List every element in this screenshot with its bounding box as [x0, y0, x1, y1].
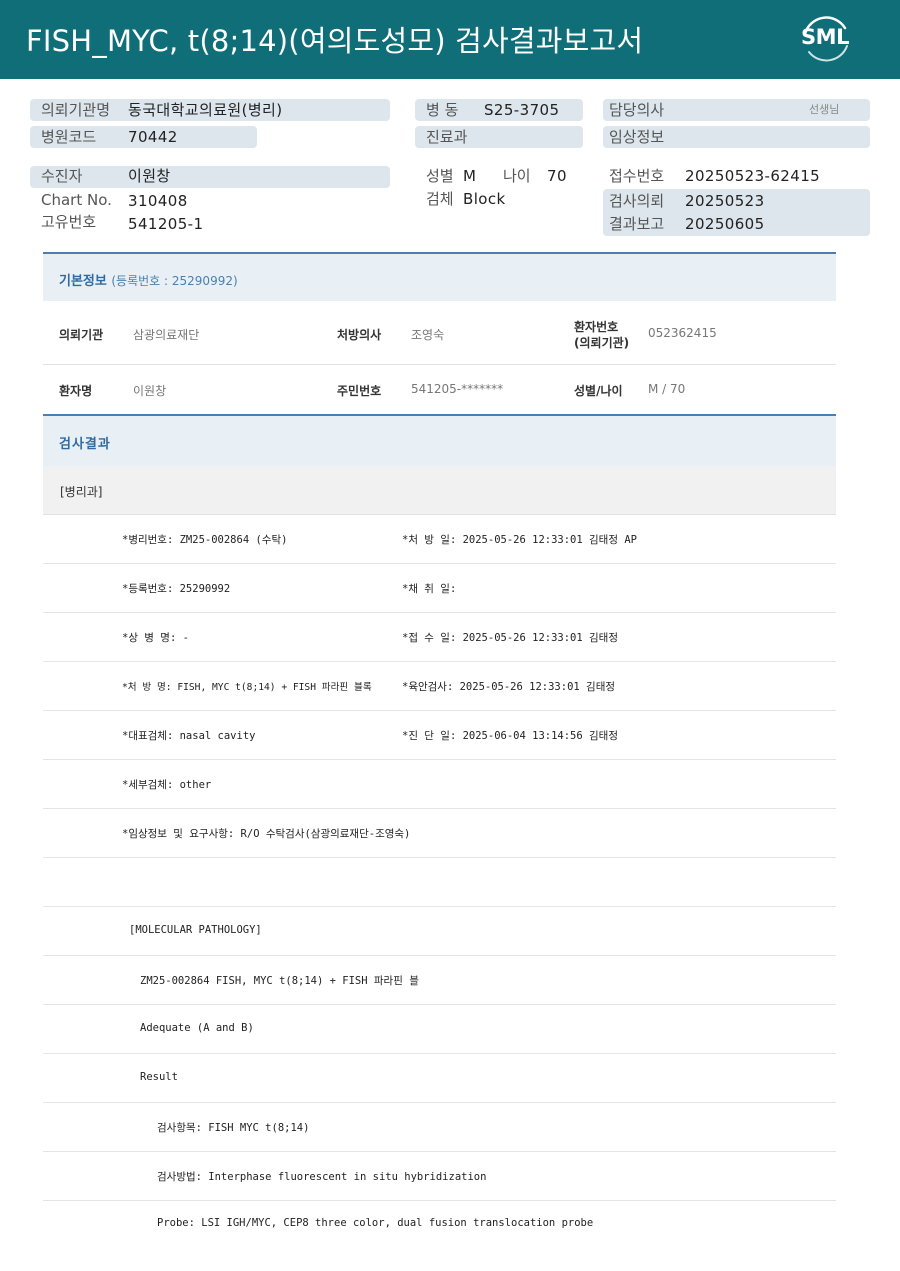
- department-row: [병리과]: [43, 466, 836, 515]
- result-right: *처 방 일: 2025-05-26 12:33:01 김태정 AP: [402, 534, 637, 546]
- request-label: 검사의뢰: [609, 192, 665, 210]
- patient-value: 이원창: [128, 167, 171, 185]
- basic-info-reg: (등록번호 : 25290992): [111, 274, 238, 288]
- report-header: FISH_MYC, t(8;14)(여의도성모) 검사결과보고서 SML: [0, 0, 900, 79]
- molecular-row: Probe: LSI IGH/MYC, CEP8 three color, du…: [43, 1201, 836, 1231]
- info-label: 환자번호: [574, 320, 619, 334]
- hospital-code-value: 70442: [128, 128, 178, 146]
- molecular-text: [MOLECULAR PATHOLOGY]: [129, 924, 262, 936]
- clinical-label: 임상정보: [609, 128, 665, 146]
- result-left: *세부검체: other: [122, 779, 212, 791]
- basic-info-header: 기본정보 (등록번호 : 25290992): [43, 252, 836, 301]
- molecular-text: ZM25-002864 FISH, MYC t(8;14) + FISH 파라핀…: [140, 975, 419, 987]
- info-label: 처방의사: [337, 328, 382, 342]
- results-title: 검사결과: [59, 437, 111, 452]
- result-row: *상 병 명: - *접 수 일: 2025-05-26 12:33:01 김태…: [43, 613, 836, 662]
- unique-value: 541205-1: [128, 215, 204, 233]
- molecular-row: Result: [43, 1054, 836, 1103]
- dept-label: 진료과: [426, 128, 468, 146]
- receipt-value: 20250523-62415: [685, 167, 821, 185]
- result-left: *대표검체: nasal cavity: [122, 730, 256, 742]
- receipt-label: 접수번호: [609, 167, 665, 185]
- molecular-text: 검사방법: Interphase fluorescent in situ hyb…: [157, 1171, 487, 1183]
- ward-label: 병 동: [426, 101, 459, 119]
- molecular-text: Probe: LSI IGH/MYC, CEP8 three color, du…: [157, 1217, 594, 1229]
- result-row: *세부검체: other: [43, 760, 836, 809]
- molecular-row: [MOLECULAR PATHOLOGY]: [43, 907, 836, 956]
- result-right: *접 수 일: 2025-05-26 12:33:01 김태정: [402, 632, 618, 644]
- molecular-row: 검사방법: Interphase fluorescent in situ hyb…: [43, 1152, 836, 1201]
- specimen-label: 검체: [426, 190, 454, 208]
- result-row: *대표검체: nasal cavity *진 단 일: 2025-06-04 1…: [43, 711, 836, 760]
- basic-info-row: 의뢰기관 삼광의료재단 처방의사 조영숙 환자번호 (의뢰기관) 0523624…: [43, 301, 836, 365]
- info-value: 삼광의료재단: [133, 328, 200, 342]
- patient-label: 수진자: [41, 167, 83, 185]
- result-left: *상 병 명: -: [122, 632, 189, 644]
- info-value: 052362415: [648, 326, 717, 340]
- info-label: 의뢰기관: [59, 328, 104, 342]
- molecular-text: Adequate (A and B): [140, 1022, 254, 1034]
- report-value: 20250605: [685, 215, 765, 233]
- hospital-code-label: 병원코드: [41, 128, 97, 146]
- result-row: *등록번호: 25290992 *채 취 일:: [43, 564, 836, 613]
- age-value: 70: [547, 167, 567, 185]
- info-label: 주민번호: [337, 384, 382, 398]
- info-label: 환자명: [59, 384, 93, 398]
- unique-label: 고유번호: [41, 213, 97, 231]
- info-value: 541205-*******: [411, 382, 504, 396]
- info-value: 이원창: [133, 384, 167, 398]
- institution-label: 의뢰기관명: [41, 101, 111, 119]
- molecular-row: Adequate (A and B): [43, 1005, 836, 1054]
- department-label: [병리과]: [60, 485, 103, 499]
- ward-value: S25-3705: [484, 101, 560, 119]
- result-left: *등록번호: 25290992: [122, 583, 231, 595]
- molecular-text: 검사항목: FISH MYC t(8;14): [157, 1122, 310, 1134]
- molecular-row: ZM25-002864 FISH, MYC t(8;14) + FISH 파라핀…: [43, 956, 836, 1005]
- basic-info-row: 환자명 이원창 주민번호 541205-******* 성별/나이 M / 70: [43, 365, 836, 414]
- result-row: *병리번호: ZM25-002864 (수탁) *처 방 일: 2025-05-…: [43, 515, 836, 564]
- result-row: *임상정보 및 요구사항: R/O 수탁검사(삼광의료재단-조영숙): [43, 809, 836, 858]
- result-right: *육안검사: 2025-05-26 12:33:01 김태정: [402, 681, 616, 693]
- result-left: *임상정보 및 요구사항: R/O 수탁검사(삼광의료재단-조영숙): [122, 828, 411, 840]
- sex-label: 성별: [426, 167, 454, 185]
- report-title: FISH_MYC, t(8;14)(여의도성모) 검사결과보고서: [26, 24, 644, 58]
- sml-logo: SML: [797, 12, 853, 66]
- result-right: *진 단 일: 2025-06-04 13:14:56 김태정: [402, 730, 618, 742]
- result-left: *처 방 명: FISH, MYC t(8;14) + FISH 파라핀 블록: [122, 682, 372, 693]
- molecular-text: Result: [140, 1071, 178, 1083]
- specimen-value: Block: [463, 190, 506, 208]
- doctor-label: 담당의사: [609, 101, 665, 119]
- chart-value: 310408: [128, 192, 188, 210]
- institution-value: 동국대학교의료원(병리): [128, 101, 283, 119]
- result-right: *채 취 일:: [402, 583, 457, 595]
- report-label: 결과보고: [609, 215, 665, 233]
- result-row: *처 방 명: FISH, MYC t(8;14) + FISH 파라핀 블록 …: [43, 662, 836, 711]
- patient-pill: [30, 166, 390, 188]
- info-label-sub: (의뢰기관): [574, 336, 630, 350]
- results-header: 검사결과: [43, 414, 836, 466]
- info-value: M / 70: [648, 382, 686, 396]
- info-value: 조영숙: [411, 328, 445, 342]
- basic-info-title: 기본정보: [59, 274, 107, 289]
- doctor-suffix: 선생님: [809, 103, 840, 116]
- info-label: 성별/나이: [574, 384, 623, 398]
- age-label: 나이: [503, 167, 531, 185]
- logo-text: SML: [801, 25, 849, 49]
- result-row: [43, 858, 836, 907]
- result-left: *병리번호: ZM25-002864 (수탁): [122, 534, 288, 546]
- chart-label: Chart No.: [41, 191, 112, 209]
- request-value: 20250523: [685, 192, 765, 210]
- sex-value: M: [463, 167, 477, 185]
- molecular-row: 검사항목: FISH MYC t(8;14): [43, 1103, 836, 1152]
